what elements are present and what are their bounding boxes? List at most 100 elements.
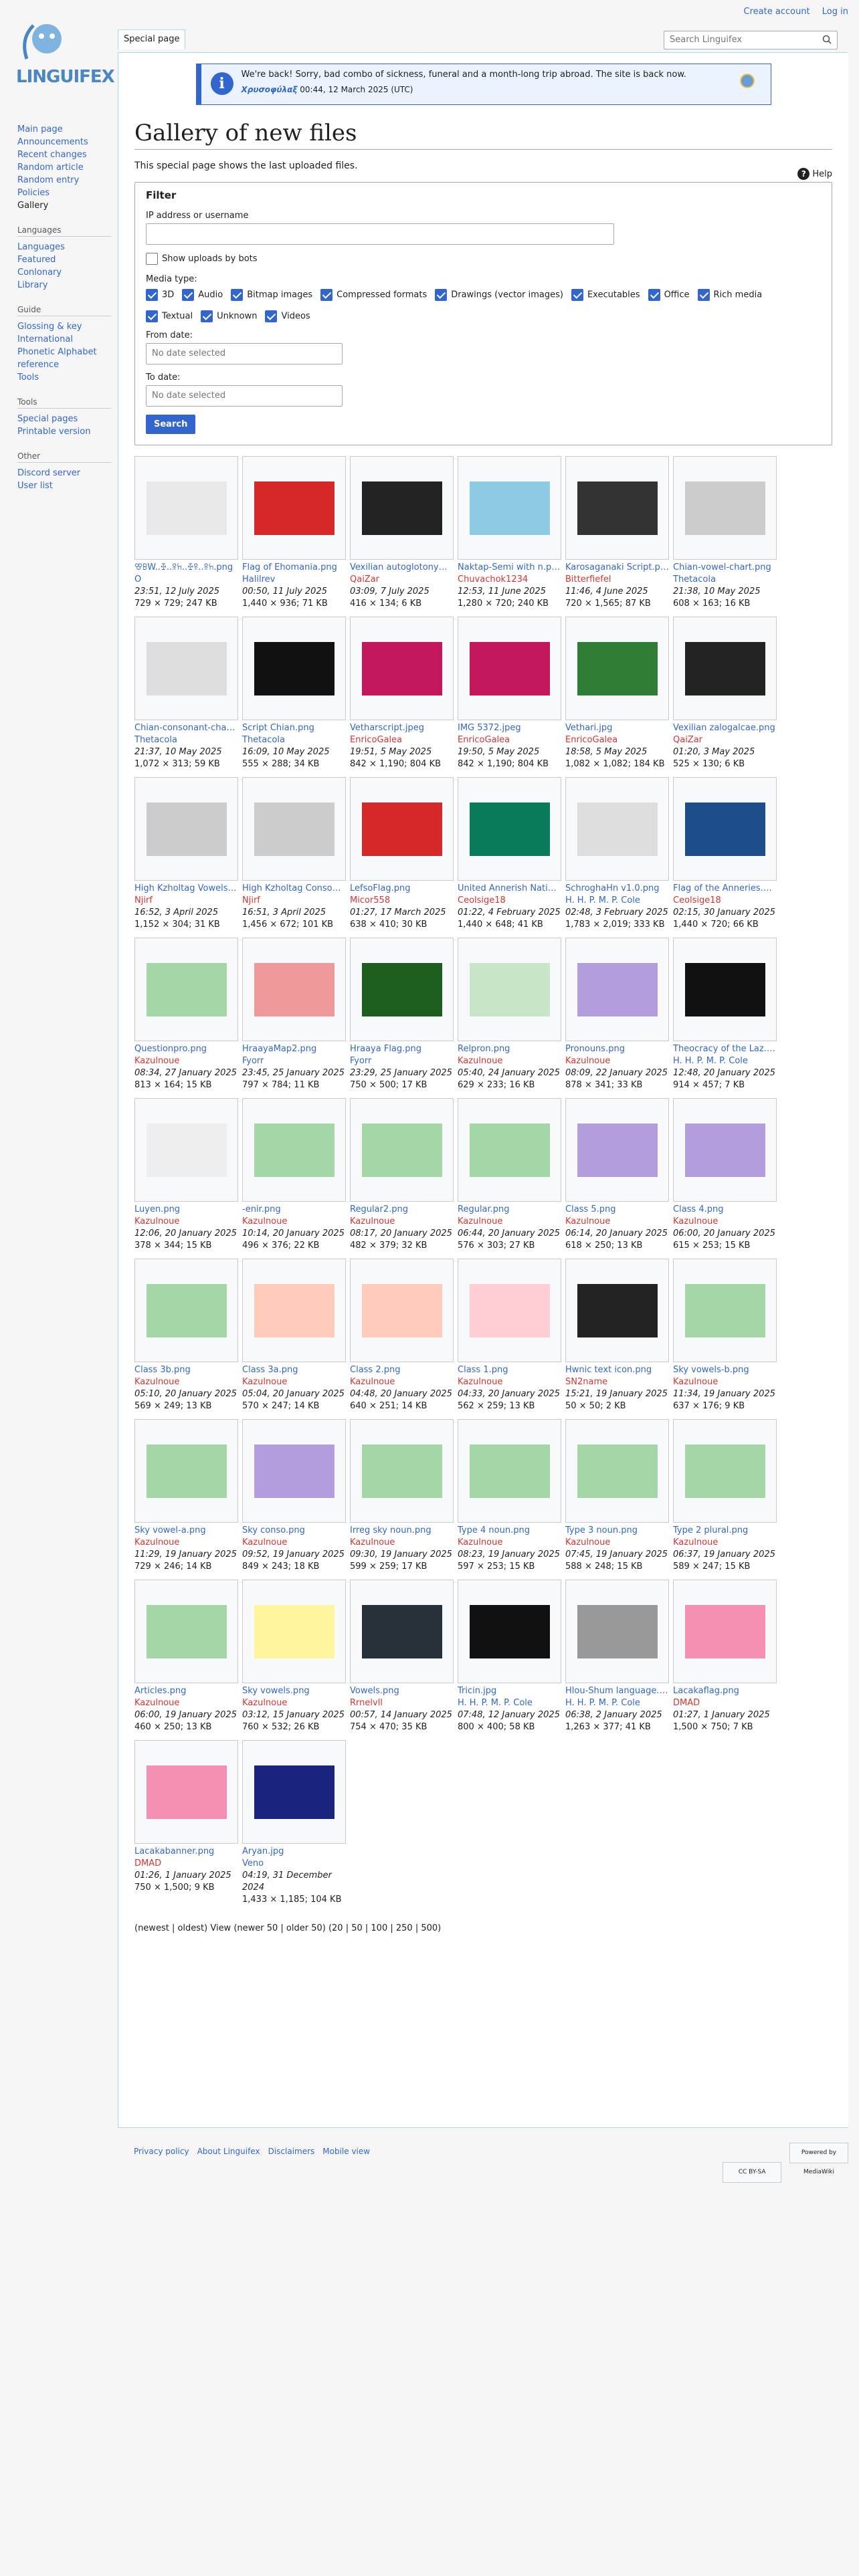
uploader-link[interactable]: SN2name [565, 1376, 669, 1388]
gallery-thumbnail[interactable] [242, 617, 346, 720]
uploader-link[interactable]: Kazulnoue [458, 1537, 561, 1549]
tab-special-page[interactable]: Special page [118, 29, 186, 49]
media-type-checkbox[interactable] [435, 288, 448, 301]
gallery-thumbnail[interactable] [458, 1419, 561, 1523]
gallery-thumbnail[interactable] [458, 777, 561, 881]
gallery-thumbnail[interactable] [242, 1098, 346, 1202]
uploader-link[interactable]: Kazulnoue [565, 1055, 669, 1067]
sidebar-item-guide-0[interactable]: Glossing & key [17, 320, 111, 333]
notice-author[interactable]: Χρυσοφύλαξ [242, 85, 298, 94]
uploader-link[interactable]: Kazulnoue [242, 1376, 346, 1388]
gallery-thumbnail[interactable] [565, 456, 669, 560]
file-name-link[interactable]: Vexilian autoglotonym.png [350, 562, 454, 574]
uploader-link[interactable]: Kazulnoue [673, 1216, 777, 1228]
file-name-link[interactable]: IMG 5372.jpeg [458, 722, 561, 734]
uploader-link[interactable]: Kazulnoue [458, 1216, 561, 1228]
search-input[interactable]: Search Linguifex [664, 31, 838, 49]
gallery-thumbnail[interactable] [673, 1580, 777, 1683]
uploader-link[interactable]: Bitterfiefel [565, 574, 669, 586]
file-name-link[interactable]: Regular2.png [350, 1204, 454, 1216]
file-name-link[interactable]: High Kzholtag Vowels.png [134, 883, 238, 895]
media-type-checkbox[interactable] [182, 288, 195, 301]
uploader-link[interactable]: Kazulnoue [242, 1537, 346, 1549]
sidebar-item-lang-0[interactable]: Languages [17, 241, 111, 253]
create-account-link[interactable]: Create account [744, 7, 810, 17]
file-name-link[interactable]: Class 4.png [673, 1204, 777, 1216]
sidebar-item-4[interactable]: Random entry [17, 174, 111, 187]
username-input[interactable] [146, 223, 614, 245]
file-name-link[interactable]: Vethari.jpg [565, 722, 669, 734]
pagination[interactable]: (newest | oldest) View (newer 50 | older… [134, 1923, 832, 1933]
file-name-link[interactable]: Karosaganaki Script.png [565, 562, 669, 574]
sidebar-item-1[interactable]: Announcements [17, 136, 111, 148]
file-name-link[interactable]: SchroghaHn v1.0.png [565, 883, 669, 895]
media-type-checkbox[interactable] [146, 310, 158, 322]
gallery-thumbnail[interactable] [350, 456, 454, 560]
gallery-thumbnail[interactable] [350, 938, 454, 1041]
file-name-link[interactable]: Theocracy of the Laz.png [673, 1043, 777, 1055]
file-name-link[interactable]: Class 1.png [458, 1364, 561, 1376]
gallery-thumbnail[interactable] [350, 617, 454, 720]
file-name-link[interactable]: Articles.png [134, 1685, 238, 1697]
gallery-thumbnail[interactable] [565, 777, 669, 881]
uploader-link[interactable]: Kazulnoue [242, 1697, 346, 1709]
file-name-link[interactable]: Vowels.png [350, 1685, 454, 1697]
file-name-link[interactable]: Hlou-Shum language.png [565, 1685, 669, 1697]
footer-link[interactable]: About Linguifex [197, 2147, 260, 2156]
uploader-link[interactable]: H. H. P. M. P. Cole [458, 1697, 561, 1709]
uploader-link[interactable]: Veno [242, 1858, 346, 1870]
sidebar-item-tools-1[interactable]: Printable version [17, 425, 111, 438]
uploader-link[interactable]: Kazulnoue [350, 1537, 454, 1549]
uploader-link[interactable]: Kazulnoue [242, 1216, 346, 1228]
gallery-thumbnail[interactable] [134, 1740, 238, 1844]
uploader-link[interactable]: Njirf [242, 895, 346, 907]
media-type-checkbox[interactable] [697, 288, 710, 301]
uploader-link[interactable]: DMAD [134, 1858, 238, 1870]
sidebar-item-0[interactable]: Main page [17, 123, 111, 136]
file-name-link[interactable]: Class 2.png [350, 1364, 454, 1376]
file-name-link[interactable]: Type 4 noun.png [458, 1525, 561, 1537]
uploader-link[interactable]: Kazulnoue [458, 1055, 561, 1067]
search-button[interactable]: Search [146, 415, 196, 434]
gallery-thumbnail[interactable] [565, 617, 669, 720]
file-name-link[interactable]: Hraaya Flag.png [350, 1043, 454, 1055]
gallery-thumbnail[interactable] [350, 1259, 454, 1362]
footer-link[interactable]: Mobile view [322, 2147, 370, 2156]
gallery-thumbnail[interactable] [134, 1259, 238, 1362]
gallery-thumbnail[interactable] [458, 617, 561, 720]
gallery-thumbnail[interactable] [134, 456, 238, 560]
uploader-link[interactable]: Kazulnoue [565, 1216, 669, 1228]
sidebar-item-other-0[interactable]: Discord server [17, 467, 111, 479]
uploader-link[interactable]: Kazulnoue [350, 1376, 454, 1388]
uploader-link[interactable]: H. H. P. M. P. Cole [673, 1055, 777, 1067]
file-name-link[interactable]: Relpron.png [458, 1043, 561, 1055]
uploader-link[interactable]: Kazulnoue [134, 1055, 238, 1067]
file-name-link[interactable]: Questionpro.png [134, 1043, 238, 1055]
gallery-thumbnail[interactable] [134, 938, 238, 1041]
sidebar-item-tools-0[interactable]: Special pages [17, 413, 111, 425]
gallery-thumbnail[interactable] [242, 1259, 346, 1362]
file-name-link[interactable]: Class 3a.png [242, 1364, 346, 1376]
file-name-link[interactable]: High Kzholtag Consonants.png [242, 883, 346, 895]
uploader-link[interactable]: Micor558 [350, 895, 454, 907]
gallery-thumbnail[interactable] [458, 1259, 561, 1362]
uploader-link[interactable]: O [134, 574, 238, 586]
file-name-link[interactable]: Flag of Ehomania.png [242, 562, 346, 574]
gallery-thumbnail[interactable] [134, 777, 238, 881]
uploader-link[interactable]: Kazulnoue [134, 1216, 238, 1228]
gallery-thumbnail[interactable] [673, 617, 777, 720]
media-type-checkbox[interactable] [648, 288, 660, 301]
file-name-link[interactable]: Type 3 noun.png [565, 1525, 669, 1537]
file-name-link[interactable]: Chian-consonant-chart.png [134, 722, 238, 734]
file-name-link[interactable]: Naktap-Semi with n.png [458, 562, 561, 574]
uploader-link[interactable]: QaiZar [350, 574, 454, 586]
sidebar-item-guide-1[interactable]: International Phonetic Alphabet referenc… [17, 333, 111, 371]
media-type-checkbox[interactable] [201, 310, 213, 322]
file-name-link[interactable]: Sky vowel-a.png [134, 1525, 238, 1537]
sidebar-item-lang-1[interactable]: Featured [17, 253, 111, 266]
uploader-link[interactable]: H. H. P. M. P. Cole [565, 895, 669, 907]
cc-license-icon[interactable]: CC BY-SA [723, 2162, 782, 2183]
sidebar-item-lang-2[interactable]: Conlonary [17, 266, 111, 279]
file-name-link[interactable]: United Annerish Nations.png [458, 883, 561, 895]
gallery-thumbnail[interactable] [350, 1419, 454, 1523]
